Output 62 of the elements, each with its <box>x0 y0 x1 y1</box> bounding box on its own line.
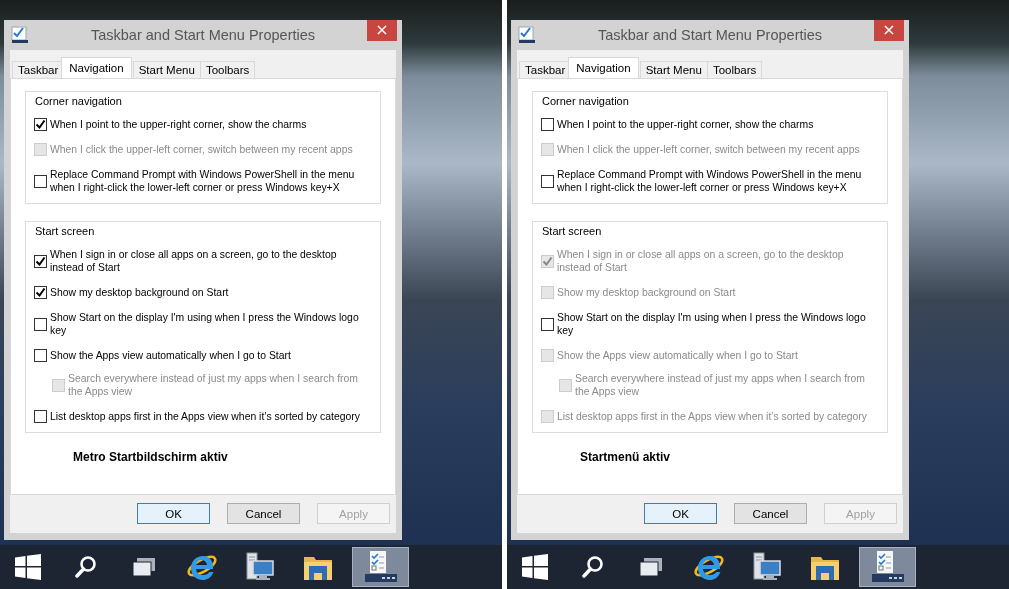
checkbox-label: When I click the upper-left corner, switch between my recent apps <box>50 143 353 156</box>
dialog-button[interactable]: Cancel <box>734 503 807 524</box>
computer-icon <box>244 552 275 582</box>
checkbox-label: List desktop apps first in the Apps view when it’s sorted by category <box>557 410 867 423</box>
checkbox[interactable] <box>34 317 47 331</box>
task-view-icon <box>638 557 663 577</box>
checkbox[interactable] <box>541 174 554 188</box>
checkbox[interactable] <box>34 174 47 188</box>
search-icon <box>581 555 604 579</box>
dialog-button[interactable]: Cancel <box>227 503 300 524</box>
checkbox-label: When I sign in or close all apps on a screen, go to the desktop instead of Start <box>557 248 845 274</box>
checklist-icon <box>518 26 536 44</box>
computer-icon <box>751 552 782 582</box>
window-title: Taskbar and Start Menu Properties <box>596 27 824 43</box>
tab[interactable]: Toolbars <box>199 61 256 78</box>
checkbox[interactable] <box>34 410 47 423</box>
task-view-icon <box>131 557 156 577</box>
checklist-icon <box>870 550 905 584</box>
close-button[interactable]: × <box>367 19 397 41</box>
checkbox-label: Show the Apps view automatically when I go to Start <box>557 349 798 362</box>
tab[interactable]: Toolbars <box>706 61 763 78</box>
checkbox[interactable] <box>541 317 554 331</box>
checklist-icon <box>363 550 398 584</box>
checkbox-label: Replace Command Prompt with Windows PowerShell in the menu when I right-click the lower-left corner or press Windows key+X <box>50 168 356 194</box>
caption-text: Startmenü aktiv <box>580 450 672 464</box>
tab[interactable]: Start Menu <box>639 61 708 78</box>
checklist-icon <box>11 26 29 44</box>
taskbar-button[interactable] <box>352 547 409 587</box>
checkbox-label: When I sign in or close all apps on a screen, go to the desktop instead of Start <box>50 248 338 274</box>
tab[interactable]: Navigation <box>61 57 132 78</box>
checkbox[interactable] <box>34 254 47 268</box>
close-button[interactable]: × <box>874 19 904 41</box>
checkbox[interactable] <box>541 118 554 131</box>
checkbox-label: Show the Apps view automatically when I go to Start <box>50 349 291 362</box>
dialog-button[interactable]: OK <box>644 503 717 524</box>
checkbox-label: Replace Command Prompt with Windows PowerShell in the menu when I right-click the lower-left corner or press Windows key+X <box>557 168 863 194</box>
taskbar-button[interactable] <box>859 547 916 587</box>
checkbox[interactable] <box>34 118 47 131</box>
checkbox-label: List desktop apps first in the Apps view when it’s sorted by category <box>50 410 360 423</box>
checkbox[interactable] <box>34 349 47 362</box>
dialog-button: Apply <box>317 503 390 524</box>
checkbox-label: Show my desktop background on Start <box>50 286 229 299</box>
caption-text: Metro Startbildschirm aktiv <box>73 450 229 464</box>
checkbox-label: When I click the upper-left corner, switch between my recent apps <box>557 143 860 156</box>
tab[interactable]: Start Menu <box>132 61 201 78</box>
dialog-button: Apply <box>824 503 897 524</box>
group-title: Corner navigation <box>32 95 125 107</box>
checkbox[interactable] <box>34 286 47 299</box>
dialog-button[interactable]: OK <box>137 503 210 524</box>
checkbox-label: Search everywhere instead of just my apps when I search from the Apps view <box>575 372 865 398</box>
window-title: Taskbar and Start Menu Properties <box>89 27 317 43</box>
windows-logo-icon <box>521 554 548 580</box>
search-icon <box>74 555 97 579</box>
checkbox-label: Search everywhere instead of just my apps when I search from the Apps view <box>68 372 358 398</box>
checkbox-label: Show Start on the display I'm using when I press the Windows logo key <box>557 311 867 337</box>
checkbox-label: Show Start on the display I'm using when I press the Windows logo key <box>50 311 360 337</box>
group-title: Corner navigation <box>539 95 632 107</box>
tab[interactable]: Navigation <box>568 57 639 78</box>
checkbox-label: When I point to the upper-right corner, show the charms <box>557 118 814 131</box>
windows-logo-icon <box>14 554 41 580</box>
checkbox-label: Show my desktop background on Start <box>557 286 736 299</box>
checkbox-label: When I point to the upper-right corner, show the charms <box>50 118 307 131</box>
